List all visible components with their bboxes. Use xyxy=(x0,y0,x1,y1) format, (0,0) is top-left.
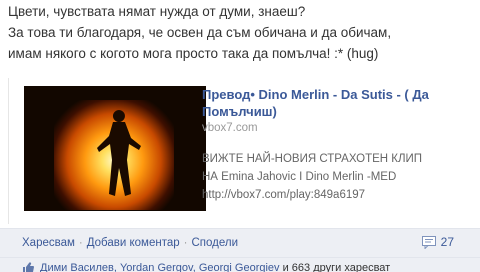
thumbs-up-icon xyxy=(23,262,34,272)
likers-names[interactable]: Дими Василев, Yordan Gergov, Georgi Geor… xyxy=(40,262,280,272)
link-description-line: ВИЖТЕ НАЙ-НОВИЯ СТРАХОТЕН КЛИП xyxy=(202,153,423,165)
comment-bubble-icon xyxy=(421,235,436,249)
like-button[interactable]: Харесвам xyxy=(22,237,75,249)
post-line: имам някого с когото мога просто така да… xyxy=(8,46,379,61)
post-line: За това ти благодаря, че освен да съм об… xyxy=(8,25,392,40)
separator: · xyxy=(78,237,83,249)
link-description-line: http://vbox7.com/play:849a6197 xyxy=(202,189,366,201)
link-domain: vbox7.com xyxy=(202,122,258,134)
comment-button[interactable]: Добави коментар xyxy=(87,237,180,249)
post-line: Цвети, чувствата нямат нужда от думи, зн… xyxy=(8,4,306,19)
comment-count-value: 27 xyxy=(440,235,454,249)
likes-others[interactable]: и 663 други харесват xyxy=(283,262,391,272)
comment-count[interactable]: 27 xyxy=(421,235,454,249)
post-actions: Харесвам · Добави коментар · Сподели xyxy=(22,237,238,249)
link-description-line: НА Emina Jahovic I Dino Merlin -MED xyxy=(202,171,397,183)
post-message: Цвети, чувствата нямат нужда от думи, зн… xyxy=(8,1,478,64)
link-title[interactable]: Превод• Dino Merlin - Da Sutis - ( Да По… xyxy=(202,86,452,120)
link-description: ВИЖТЕ НАЙ-НОВИЯ СТРАХОТЕН КЛИП НА Emina … xyxy=(202,150,457,204)
share-button[interactable]: Сподели xyxy=(191,237,238,249)
separator: · xyxy=(183,237,188,249)
video-thumbnail[interactable] xyxy=(24,86,206,211)
action-bar: Харесвам · Добави коментар · Сподели 27 xyxy=(0,228,480,257)
singer-silhouette-icon xyxy=(97,110,141,196)
